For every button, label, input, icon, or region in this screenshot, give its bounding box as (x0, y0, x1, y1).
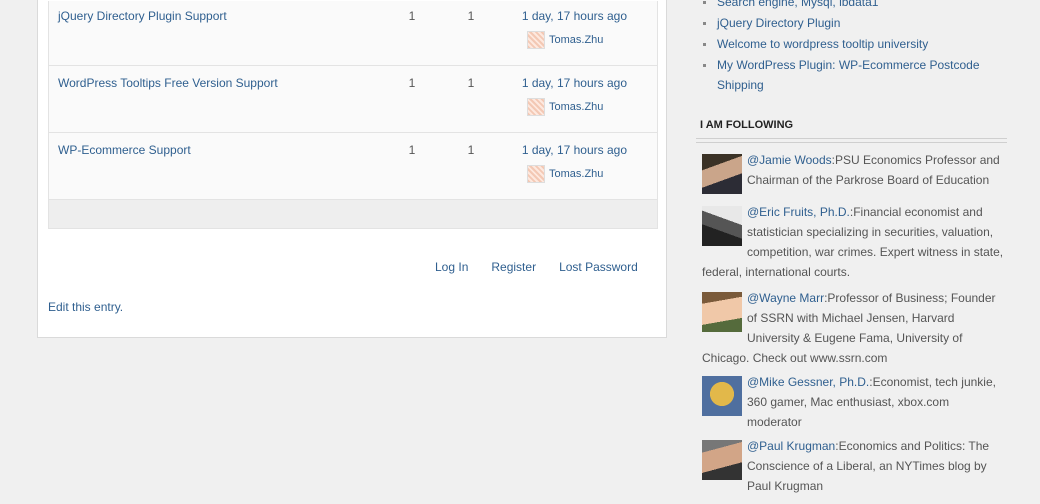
freshness-link[interactable]: 1 day, 17 hours ago (505, 76, 627, 90)
avatar[interactable] (527, 98, 545, 116)
divider (696, 138, 1007, 143)
last-poster: Tomas.Zhu (527, 98, 603, 116)
avatar[interactable] (702, 376, 742, 416)
last-poster: Tomas.Zhu (527, 165, 603, 183)
avatar[interactable] (702, 440, 742, 480)
following-list: @Jamie Woods:PSU Economics Professor and… (702, 150, 1006, 500)
recent-post-link[interactable]: jQuery Directory Plugin (717, 16, 840, 30)
lost-password-link[interactable]: Lost Password (559, 260, 638, 274)
follow-handle-link[interactable]: @Jamie Woods (747, 153, 832, 167)
main-content: jQuery Directory Plugin Support 1 1 1 da… (37, 0, 667, 338)
post-count: 1 (467, 143, 475, 157)
forum-title-link[interactable]: WordPress Tooltips Free Version Support (58, 76, 278, 90)
list-item: My WordPress Plugin: WP-Ecommerce Postco… (700, 55, 1000, 95)
edit-entry-link[interactable]: Edit this entry. (48, 300, 123, 314)
list-item: @Jamie Woods:PSU Economics Professor and… (702, 150, 1006, 202)
recent-post-link[interactable]: Search engine, Mysql, ibdata1 (717, 0, 878, 9)
topic-count: 1 (408, 143, 416, 157)
forum-table: jQuery Directory Plugin Support 1 1 1 da… (48, 1, 658, 229)
post-count: 1 (467, 76, 475, 90)
recent-posts-list: Search engine, Mysql, ibdata1 jQuery Dir… (700, 0, 1000, 96)
topic-count: 1 (408, 76, 416, 90)
list-item: @Paul Krugman:Economics and Politics: Th… (702, 436, 1006, 500)
recent-post-link[interactable]: Welcome to wordpress tooltip university (717, 37, 928, 51)
login-link[interactable]: Log In (435, 260, 468, 274)
follow-handle-link[interactable]: @Eric Fruits, Ph.D. (747, 205, 850, 219)
follow-handle-link[interactable]: @Wayne Marr (747, 291, 824, 305)
avatar[interactable] (702, 206, 742, 246)
login-links: Log In Register Lost Password (435, 260, 661, 274)
list-item: Search engine, Mysql, ibdata1 (700, 0, 1000, 12)
list-item: @Wayne Marr:Professor of Business; Found… (702, 288, 1006, 372)
list-item: @Eric Fruits, Ph.D.:Financial economist … (702, 202, 1006, 288)
widget-title: I AM FOLLOWING (700, 119, 794, 131)
avatar[interactable] (702, 154, 742, 194)
table-footer (49, 200, 657, 228)
last-poster: Tomas.Zhu (527, 31, 603, 49)
follow-handle-link[interactable]: @Paul Krugman (747, 439, 835, 453)
follow-handle-link[interactable]: @Mike Gessner, Ph.D. (747, 375, 869, 389)
list-item: jQuery Directory Plugin (700, 13, 1000, 33)
forum-title-link[interactable]: jQuery Directory Plugin Support (58, 9, 227, 23)
author-link[interactable]: Tomas.Zhu (549, 34, 603, 46)
table-row: WP-Ecommerce Support 1 1 1 day, 17 hours… (49, 133, 657, 200)
avatar[interactable] (527, 31, 545, 49)
list-item: @Mike Gessner, Ph.D.:Economist, tech jun… (702, 372, 1006, 436)
avatar[interactable] (702, 292, 742, 332)
avatar[interactable] (527, 165, 545, 183)
recent-post-link[interactable]: My WordPress Plugin: WP-Ecommerce Postco… (717, 58, 980, 92)
table-row: WordPress Tooltips Free Version Support … (49, 66, 657, 133)
forum-title-link[interactable]: WP-Ecommerce Support (58, 143, 191, 157)
list-item: Welcome to wordpress tooltip university (700, 34, 1000, 54)
topic-count: 1 (408, 9, 416, 23)
register-link[interactable]: Register (491, 260, 536, 274)
freshness-link[interactable]: 1 day, 17 hours ago (505, 9, 627, 23)
post-count: 1 (467, 9, 475, 23)
author-link[interactable]: Tomas.Zhu (549, 101, 603, 113)
table-row: jQuery Directory Plugin Support 1 1 1 da… (49, 1, 657, 66)
author-link[interactable]: Tomas.Zhu (549, 168, 603, 180)
freshness-link[interactable]: 1 day, 17 hours ago (505, 143, 627, 157)
